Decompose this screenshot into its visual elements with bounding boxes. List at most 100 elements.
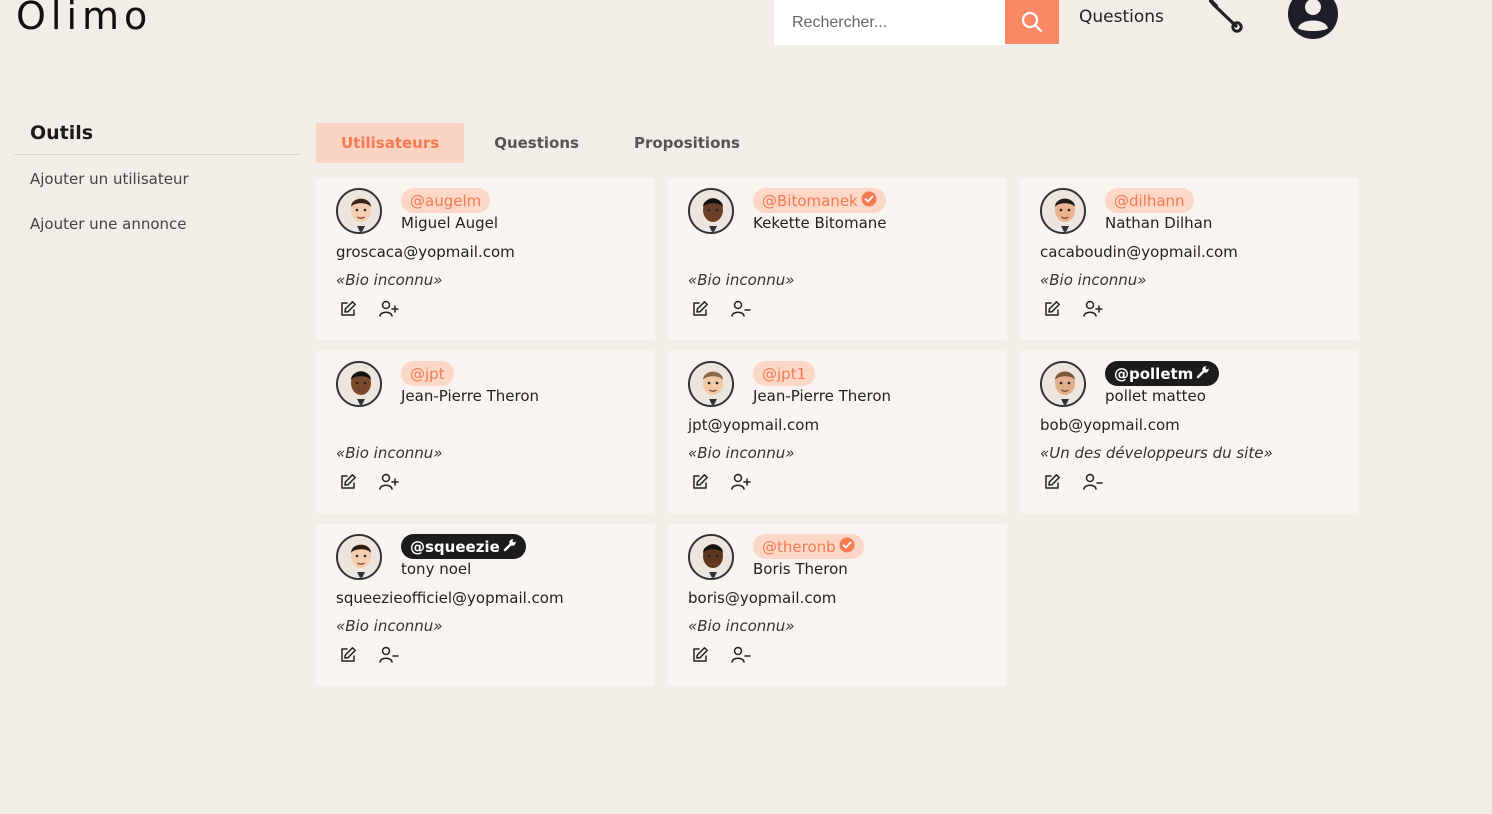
- search-input[interactable]: [774, 0, 1005, 45]
- wrench-icon[interactable]: [1208, 0, 1244, 38]
- user-email: squeezieofficiel@yopmail.com: [336, 589, 564, 607]
- edit-icon[interactable]: [691, 646, 709, 664]
- user-handle: @polletm: [1114, 364, 1194, 383]
- user-bio: «Bio inconnu»: [336, 444, 443, 462]
- tab-questions[interactable]: Questions: [464, 123, 609, 163]
- sidebar-title: Outils: [14, 120, 300, 155]
- card-actions: [688, 300, 987, 318]
- card-actions: [336, 646, 635, 664]
- user-handle: @jpt1: [762, 364, 807, 383]
- user-bio: «Bio inconnu»: [688, 617, 795, 635]
- wrench-icon: [503, 538, 517, 556]
- user-handle-badge[interactable]: @polletm: [1105, 361, 1220, 386]
- user-handle-badge[interactable]: @theronb: [753, 534, 864, 559]
- user-handle-badge[interactable]: @augelm: [401, 188, 491, 213]
- edit-icon[interactable]: [339, 473, 357, 491]
- user-email-empty: [336, 416, 635, 434]
- user-card: @jpt Jean-Pierre Theron «Bio inconnu»: [316, 351, 655, 513]
- remove-user-icon[interactable]: [731, 300, 751, 318]
- card-actions: [688, 473, 987, 491]
- user-card: @jpt1 Jean-Pierre Theron jpt@yopmail.com «B…: [668, 351, 1007, 513]
- user-email: groscaca@yopmail.com: [336, 243, 515, 261]
- search-button[interactable]: [1005, 0, 1059, 44]
- search-bar: [774, 0, 1059, 45]
- tab-propositions[interactable]: Propositions: [609, 123, 765, 163]
- user-grid: @augelm Miguel Augel groscaca@yopmail.com «…: [316, 178, 1359, 686]
- sidebar: Outils Ajouter un utilisateur Ajouter un…: [14, 120, 300, 233]
- user-card: @Bitomanek Kekette Bitomane «Bio inconnu»: [668, 178, 1007, 340]
- user-email: boris@yopmail.com: [688, 589, 837, 607]
- edit-icon[interactable]: [339, 300, 357, 318]
- card-actions: [1040, 473, 1339, 491]
- user-bio: «Bio inconnu»: [336, 617, 443, 635]
- avatar: [688, 361, 734, 407]
- logo[interactable]: Olimo: [16, 0, 152, 38]
- user-fullname: Jean-Pierre Theron: [753, 387, 892, 405]
- edit-icon[interactable]: [691, 473, 709, 491]
- verified-icon: [839, 537, 855, 557]
- user-email-empty: [688, 243, 987, 261]
- user-handle: @augelm: [410, 191, 482, 210]
- user-fullname: tony noel: [401, 560, 472, 578]
- wrench-icon: [1196, 365, 1210, 383]
- avatar: [336, 188, 382, 234]
- avatar: [336, 361, 382, 407]
- user-bio: «Bio inconnu»: [1040, 271, 1147, 289]
- user-fullname: pollet matteo: [1105, 387, 1206, 405]
- edit-icon[interactable]: [339, 646, 357, 664]
- user-fullname: Nathan Dilhan: [1105, 214, 1213, 232]
- card-actions: [1040, 300, 1339, 318]
- edit-icon[interactable]: [691, 300, 709, 318]
- add-user-icon[interactable]: [1083, 300, 1103, 318]
- avatar: [336, 534, 382, 580]
- avatar: [1040, 188, 1086, 234]
- user-email: bob@yopmail.com: [1040, 416, 1180, 434]
- edit-icon[interactable]: [1043, 300, 1061, 318]
- remove-user-icon[interactable]: [1083, 473, 1103, 491]
- card-actions: [336, 300, 635, 318]
- search-icon: [1021, 11, 1043, 33]
- user-handle-badge[interactable]: @jpt1: [753, 361, 816, 386]
- user-card: @augelm Miguel Augel groscaca@yopmail.com «…: [316, 178, 655, 340]
- user-handle-badge[interactable]: @jpt: [401, 361, 454, 386]
- avatar: [688, 534, 734, 580]
- add-user-icon[interactable]: [379, 473, 399, 491]
- sidebar-item-add-user[interactable]: Ajouter un utilisateur: [14, 170, 300, 188]
- remove-user-icon[interactable]: [379, 646, 399, 664]
- card-actions: [688, 646, 987, 664]
- user-handle-badge[interactable]: @squeezie: [401, 534, 526, 559]
- user-handle: @Bitomanek: [762, 191, 858, 210]
- add-user-icon[interactable]: [731, 473, 751, 491]
- user-handle: @jpt: [410, 364, 445, 383]
- user-handle: @dilhann: [1114, 191, 1185, 210]
- verified-icon: [861, 191, 877, 211]
- user-handle: @theronb: [762, 537, 836, 556]
- user-card: @theronb Boris Theron boris@yopmail.com «Bi…: [668, 524, 1007, 686]
- user-card: @dilhann Nathan Dilhan cacaboudin@yopmail.…: [1020, 178, 1359, 340]
- user-bio: «Bio inconnu»: [688, 271, 795, 289]
- user-handle-badge[interactable]: @Bitomanek: [753, 188, 886, 213]
- remove-user-icon[interactable]: [731, 646, 751, 664]
- nav-questions-link[interactable]: Questions: [1079, 7, 1164, 27]
- user-email: jpt@yopmail.com: [688, 416, 820, 434]
- user-email: cacaboudin@yopmail.com: [1040, 243, 1238, 261]
- user-fullname: Jean-Pierre Theron: [401, 387, 540, 405]
- avatar: [688, 188, 734, 234]
- tab-utilisateurs[interactable]: Utilisateurs: [316, 123, 465, 163]
- edit-icon[interactable]: [1043, 473, 1061, 491]
- tabs: Utilisateurs Questions Propositions: [316, 123, 765, 163]
- user-profile-icon[interactable]: [1287, 0, 1339, 44]
- user-bio: «Bio inconnu»: [688, 444, 795, 462]
- user-fullname: Boris Theron: [753, 560, 848, 578]
- user-card: @squeezie tony noel squeezieofficiel@yopma…: [316, 524, 655, 686]
- card-actions: [336, 473, 635, 491]
- user-fullname: Miguel Augel: [401, 214, 498, 232]
- sidebar-item-add-listing[interactable]: Ajouter une annonce: [14, 215, 300, 233]
- user-handle: @squeezie: [410, 537, 500, 556]
- user-fullname: Kekette Bitomane: [753, 214, 887, 232]
- user-bio: «Bio inconnu»: [336, 271, 443, 289]
- user-card: @polletm pollet matteo bob@yopmail.com «Un …: [1020, 351, 1359, 513]
- user-handle-badge[interactable]: @dilhann: [1105, 188, 1194, 213]
- user-bio: «Un des développeurs du site»: [1040, 444, 1273, 462]
- add-user-icon[interactable]: [379, 300, 399, 318]
